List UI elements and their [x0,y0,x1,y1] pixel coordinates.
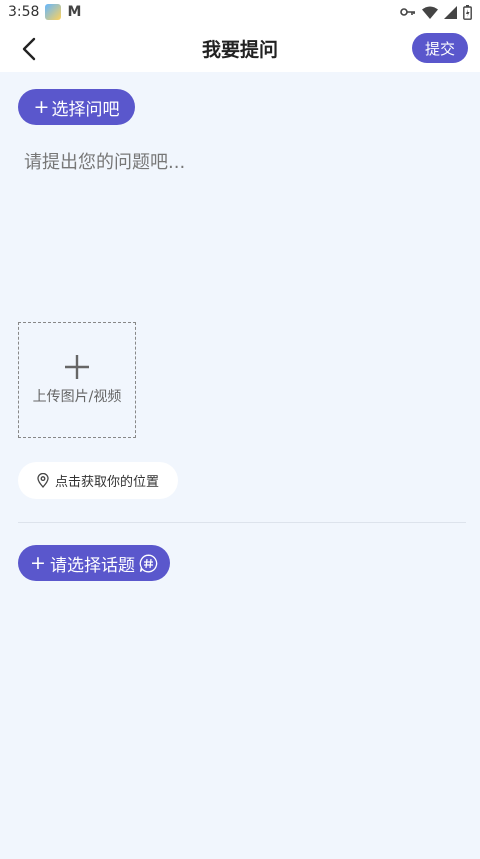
choose-bar-button[interactable]: + 选择问吧 [18,89,135,125]
status-left: 3:58 M [8,4,81,20]
wifi-icon [422,6,438,19]
upload-label: 上传图片/视频 [32,389,122,405]
location-label: 点击获取你的位置 [54,475,159,490]
battery-icon [463,4,472,20]
weather-app-icon [45,4,62,20]
status-bar: 3:58 M [0,0,480,24]
topic-label: 请选择话题 [49,555,135,576]
status-time: 3:58 [8,4,40,20]
plus-icon: + [33,95,50,118]
page-title: 我要提问 [201,38,278,61]
location-pin-icon [37,473,49,488]
get-location-button[interactable]: 点击获取你的位置 [18,462,178,499]
question-input[interactable] [24,148,456,298]
mail-app-icon: M [67,4,82,20]
submit-button[interactable]: 提交 [412,33,468,63]
header: 我要提问 提交 [0,24,480,72]
upload-media-button[interactable]: 上传图片/视频 [18,322,136,438]
divider [18,522,466,523]
plus-icon: + [30,551,46,574]
status-right [400,4,472,20]
back-button[interactable] [14,34,44,64]
hashtag-icon [139,554,158,573]
back-arrow-icon [22,37,36,61]
vpn-key-icon [400,7,416,17]
choose-bar-label: 选择问吧 [51,99,120,120]
add-icon [65,355,89,379]
choose-topic-button[interactable]: + 请选择话题 [18,545,170,581]
signal-icon [444,5,457,19]
